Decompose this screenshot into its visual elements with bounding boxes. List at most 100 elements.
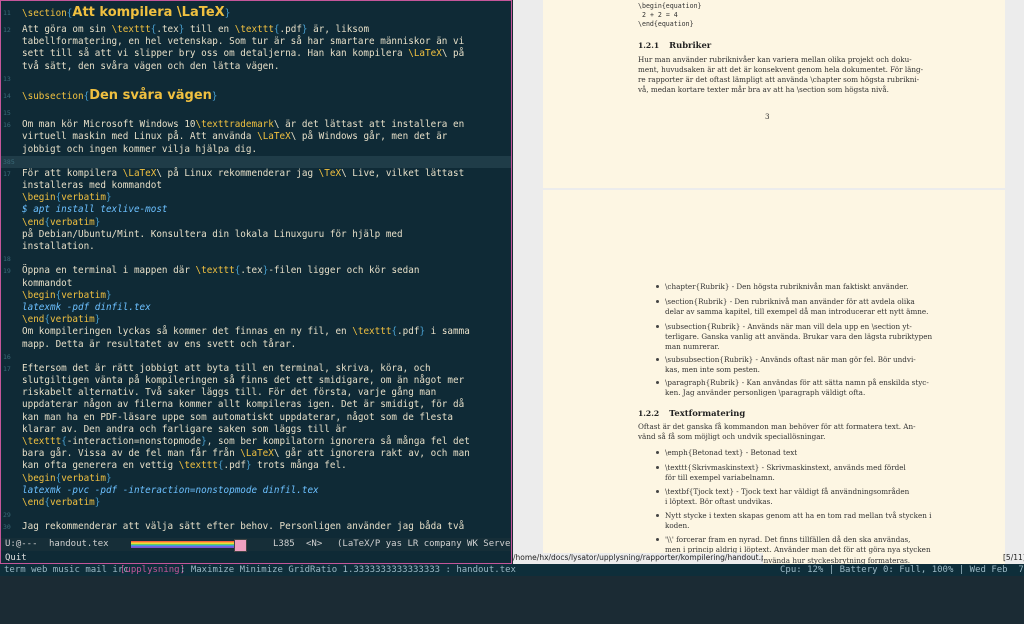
code-token: \LaTeX: [240, 448, 274, 460]
editor-line[interactable]: 30 Jag rekommenderar att välja sätt efter…: [1, 521, 511, 533]
line-number: 12: [3, 26, 11, 34]
editor-line[interactable]: slutgiltigen vänta på kompileringen så f…: [1, 375, 511, 387]
line-text: sett till så att vi slipper bry oss om d…: [22, 48, 464, 60]
editor-line[interactable]: 17 Eftersom det är rätt jobbigt att byta …: [1, 363, 511, 375]
code-token: \texttt: [22, 436, 62, 447]
editor-line[interactable]: 18: [1, 253, 511, 265]
editor-line[interactable]: latexmk -pvc -pdf -interaction=nonstopmo…: [1, 485, 511, 497]
editor-line[interactable]: \end{verbatim}: [1, 217, 511, 229]
editor-line[interactable]: 12 Att göra om sin \texttt{.tex} till en …: [1, 24, 511, 36]
editor-buffer[interactable]: 11 \section{Att kompilera \LaTeX} 12 Att gö…: [1, 2, 511, 538]
editor-line[interactable]: 29: [1, 509, 511, 521]
code-token: Öppna en terminal i mappen där: [22, 265, 196, 277]
editor-line[interactable]: riskabelt alternativ. Två saker läggs ti…: [1, 387, 511, 399]
line-number: 15: [3, 108, 11, 117]
code-token: \ på Linux rekommenderar jag: [156, 167, 319, 179]
editor-line[interactable]: 385: [1, 155, 511, 168]
editor-line[interactable]: latexmk -pdf dinfil.tex: [1, 302, 511, 314]
editor-line[interactable]: 16 Om man kör Microsoft Windows 10\texttr…: [1, 119, 511, 131]
buffer-name[interactable]: handout.tex: [49, 538, 109, 551]
editor-line[interactable]: installeras med kommandot: [1, 180, 511, 192]
bullet-line: terligare. Ganska vanlig att använda. Br…: [665, 332, 933, 341]
workspace-item[interactable]: web: [31, 565, 47, 575]
editor-line[interactable]: virtuell maskin med Linux på. Att använd…: [1, 131, 511, 143]
page-number: 3: [765, 112, 770, 121]
editor-line[interactable]: tabellformatering, en hel vetenskap. Som…: [1, 36, 511, 48]
bullet-line: delar av samma kapitel, till exempel då …: [665, 307, 929, 316]
editor-line[interactable]: 13: [1, 73, 511, 85]
editor-line[interactable]: \begin{verbatim}: [1, 192, 511, 204]
editor-line[interactable]: 11 \section{Att kompilera \LaTeX}: [1, 2, 511, 24]
bullet-dot-icon: [656, 300, 659, 303]
editor-line[interactable]: $ apt install texlive-most: [1, 204, 511, 216]
workspace-item[interactable]: term: [4, 565, 26, 575]
emacs-window[interactable]: 11 \section{Att kompilera \LaTeX} 12 Att gö…: [0, 0, 512, 564]
code-token: latexmk -pdf dinfil.tex: [22, 301, 151, 313]
line-text: mapp. Detta är resultatet av ens svett o…: [22, 339, 296, 351]
editor-line[interactable]: klarar av. Den andra och farligare saken…: [1, 424, 511, 436]
code-token: , som ber kompilatorn ignorera så många …: [206, 436, 470, 447]
code-token: \ på Windows går, men det är: [290, 131, 448, 143]
code-token: \ går att ignorera rakt av, och man: [273, 448, 470, 460]
line-text: klarar av. Den andra och farligare saken…: [22, 424, 347, 436]
editor-line[interactable]: kan man ha en PDF-läsare uppe som automa…: [1, 412, 511, 424]
bullet-dot-icon: [656, 538, 659, 541]
editor-line[interactable]: uppdaterar någon av filerna kommer allt …: [1, 399, 511, 411]
code-token: i samma: [425, 326, 470, 338]
code-token: \subsection: [22, 90, 84, 102]
code-token: \end: [22, 314, 45, 326]
workspace-item[interactable]: music: [53, 565, 80, 575]
editor-line[interactable]: kommandot: [1, 278, 511, 290]
editor-line[interactable]: mapp. Detta är resultatet av ens svett o…: [1, 339, 511, 351]
editor-line[interactable]: bara går. Vissa av de fel man får från \…: [1, 448, 511, 460]
line-number: 17: [3, 169, 11, 178]
paragraph: Oftast är det ganska få kommandon man be…: [638, 422, 998, 442]
editor-line[interactable]: \end{verbatim}: [1, 497, 511, 509]
editor-line[interactable]: kan ofta generera en vettig \texttt{.pdf…: [1, 460, 511, 472]
active-workspace[interactable]: [upplysning]: [120, 564, 185, 576]
editor-line[interactable]: \texttt{-interaction=nonstopmode}, som b…: [1, 436, 511, 448]
section-number: 1.2.1: [638, 41, 660, 50]
line-number: 385: [3, 157, 15, 166]
workspace-item[interactable]: mail: [85, 565, 107, 575]
editor-line[interactable]: jobbigt och ingen kommer vilja hjälpa di…: [1, 144, 511, 156]
code-token: verbatim: [61, 289, 106, 301]
bullet-dot-icon: [656, 358, 659, 361]
code-token: \begin: [22, 289, 56, 301]
pdf-viewer[interactable]: \begin{equation} 2 + 2 = 4 \end{equation…: [513, 0, 1024, 564]
line-text: tabellformatering, en hel vetenskap. Som…: [22, 36, 464, 48]
editor-line[interactable]: \begin{verbatim}: [1, 473, 511, 485]
bullet-line: man numrerar.: [665, 342, 720, 351]
code-token: \texttt: [234, 24, 274, 35]
editor-line[interactable]: 14 \subsection{Den svåra vägen}: [1, 85, 511, 107]
bullet-text: \subsubsection{Rubrik} - Används oftast …: [665, 355, 965, 375]
bullet-line: Nytt stycke i texten skapas genom att ha…: [665, 511, 932, 520]
bullet-line: för till exempel variabelnamn.: [665, 473, 775, 482]
minibuffer[interactable]: Quit: [1, 552, 511, 563]
editor-line[interactable]: 15: [1, 107, 511, 119]
bullet-line: koden.: [665, 521, 690, 530]
editor-line[interactable]: \begin{verbatim}: [1, 290, 511, 302]
editor-line[interactable]: 17 För att kompilera \LaTeX\ på Linux rek…: [1, 168, 511, 180]
code-token: \texttt: [111, 24, 151, 35]
editor-line[interactable]: \end{verbatim}: [1, 314, 511, 326]
editor-line[interactable]: 16: [1, 351, 511, 363]
line-text: slutgiltigen vänta på kompileringen så f…: [22, 375, 464, 387]
editor-line[interactable]: två sätt, den svåra vägen och den lätta …: [1, 61, 511, 73]
code-token: kommandot: [22, 277, 73, 289]
editor-line[interactable]: Om kompileringen lyckas så kommer det fi…: [1, 326, 511, 338]
paragraph-line: ment, huvudsaken är att det är konsekven…: [638, 65, 924, 74]
code-token: uppdaterar någon av filerna kommer allt …: [22, 399, 465, 411]
editor-line[interactable]: installation.: [1, 241, 511, 253]
editor-line[interactable]: på Debian/Ubuntu/Mint. Konsultera din lo…: [1, 229, 511, 241]
code-token: \texttrademark: [195, 119, 274, 131]
line-text: Öppna en terminal i mappen där \texttt{.…: [22, 265, 419, 277]
code-token: till en: [184, 24, 235, 35]
editor-line[interactable]: 19 Öppna en terminal i mappen där \texttt…: [1, 265, 511, 277]
code-token: \TeX: [318, 167, 342, 179]
editor-line[interactable]: sett till så att vi slipper bry oss om d…: [1, 48, 511, 60]
code-token: }: [105, 472, 112, 484]
line-text: \end{verbatim}: [22, 497, 100, 509]
section-title: Rubriker: [669, 40, 712, 50]
line-text: latexmk -pdf dinfil.tex: [22, 302, 151, 314]
